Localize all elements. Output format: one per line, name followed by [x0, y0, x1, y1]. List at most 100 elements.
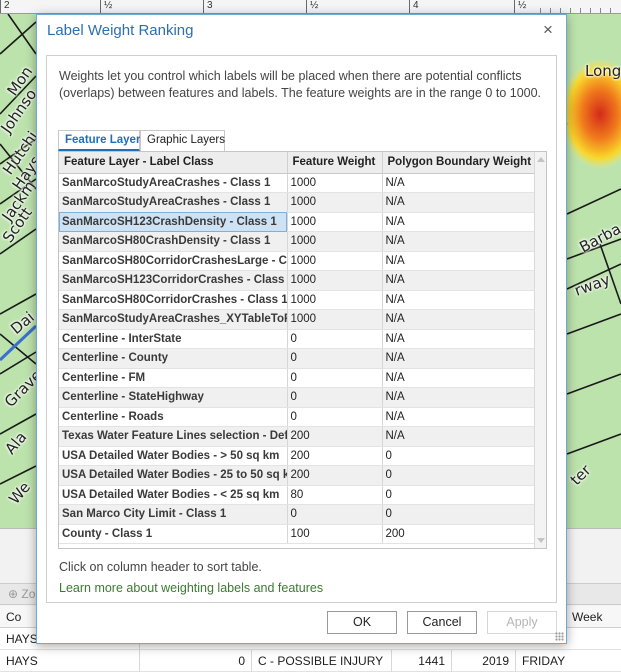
- tab-feature-layers[interactable]: Feature Layers: [58, 130, 147, 151]
- table-cell-feature-weight[interactable]: 0: [287, 368, 383, 388]
- column-header[interactable]: Week: [566, 606, 621, 628]
- table-cell-boundary-weight[interactable]: 200: [382, 524, 536, 544]
- cancel-button[interactable]: Cancel: [407, 611, 477, 634]
- table-cell-label-class: Centerline - StateHighway: [59, 387, 288, 408]
- table-row[interactable]: Centerline - InterState 0 N/A: [59, 329, 536, 349]
- table-scrollbar[interactable]: [534, 152, 546, 548]
- table-row[interactable]: SanMarcoSH80CorridorCrashes - Class 1 100…: [59, 290, 536, 310]
- table-cell-label-class: USA Detailed Water Bodies - < 25 sq km: [59, 485, 288, 505]
- table-row[interactable]: San Marco City Limit - Class 100: [59, 504, 536, 525]
- table-body: SanMarcoStudyAreaCrashes - Class 1 1000 N/…: [59, 173, 536, 544]
- table-cell-feature-weight[interactable]: 0: [287, 407, 383, 427]
- table-cell-feature-weight[interactable]: 1000: [287, 231, 383, 252]
- table-cell-feature-weight[interactable]: 1000: [287, 173, 383, 193]
- table-row[interactable]: County - Class 1 100 200: [59, 524, 536, 544]
- ok-button[interactable]: OK: [327, 611, 397, 634]
- table-cell: C - POSSIBLE INJURY: [252, 650, 392, 672]
- table-cell-label-class: SanMarcoSH80CorridorCrashes - Class 1: [59, 290, 288, 310]
- table-cell-feature-weight[interactable]: 0: [287, 387, 383, 408]
- table-row[interactable]: USA Detailed Water Bodies - > 50 sq km 20…: [59, 446, 536, 466]
- table-row[interactable]: USA Detailed Water Bodies - < 25 sq km 80…: [59, 485, 536, 505]
- scroll-up-icon[interactable]: [537, 157, 545, 162]
- table-row[interactable]: SanMarcoSH123CorridorCrashes - Class 1 10…: [59, 270, 536, 291]
- search-placeholder: Zo: [21, 587, 36, 601]
- table-row[interactable]: SanMarcoSH80CrashDensity - Class 1 1000 N/…: [59, 231, 536, 252]
- table-cell-boundary-weight[interactable]: N/A: [382, 290, 536, 310]
- table-cell-feature-weight[interactable]: 1000: [287, 251, 383, 271]
- table-cell-feature-weight[interactable]: 200: [287, 426, 383, 447]
- table-cell-boundary-weight[interactable]: N/A: [382, 426, 536, 447]
- table-cell-boundary-weight[interactable]: 0: [382, 465, 536, 486]
- table-cell-boundary-weight[interactable]: N/A: [382, 309, 536, 330]
- table-row[interactable]: Centerline - County 0 N/A: [59, 348, 536, 369]
- table-cell-boundary-weight[interactable]: N/A: [382, 212, 536, 232]
- table-row[interactable]: SanMarcoStudyAreaCrashes_XYTableToPoint1…: [59, 309, 536, 330]
- table-cell-feature-weight[interactable]: 200: [287, 465, 383, 486]
- table-cell-feature-weight[interactable]: 1000: [287, 212, 383, 232]
- table-cell-boundary-weight[interactable]: N/A: [382, 192, 536, 213]
- layout-ruler: 2 ½ 3 ½ 4 ½: [0, 0, 621, 14]
- table-cell: HAYS: [0, 650, 140, 672]
- ruler-label: 4: [413, 0, 419, 11]
- table-cell-label-class: USA Detailed Water Bodies - 25 to 50 sq …: [59, 465, 288, 486]
- table-row[interactable]: HAYS 0 C - POSSIBLE INJURY 1441 2019 FRI…: [0, 650, 621, 672]
- ruler-label: ½: [518, 0, 527, 11]
- table-cell-feature-weight[interactable]: 80: [287, 485, 383, 505]
- table-cell-feature-weight[interactable]: 1000: [287, 192, 383, 213]
- table-row[interactable]: Centerline - FM 0 N/A: [59, 368, 536, 388]
- table-cell-boundary-weight[interactable]: N/A: [382, 231, 536, 252]
- table-cell-label-class: SanMarcoSH80CorridorCrashesLarge - Class…: [59, 251, 288, 271]
- table-cell-feature-weight[interactable]: 1000: [287, 270, 383, 291]
- table-row[interactable]: Texas Water Feature Lines selection - De…: [59, 426, 536, 447]
- table-cell-boundary-weight[interactable]: N/A: [382, 173, 536, 193]
- table-cell: 0: [140, 650, 252, 672]
- table-cell-feature-weight[interactable]: 200: [287, 446, 383, 466]
- table-cell-boundary-weight[interactable]: N/A: [382, 348, 536, 369]
- table-cell-label-class: Centerline - Roads: [59, 407, 288, 427]
- table-cell-boundary-weight[interactable]: N/A: [382, 387, 536, 408]
- table-cell-boundary-weight[interactable]: 0: [382, 485, 536, 505]
- table-row[interactable]: Centerline - StateHighway 0 N/A: [59, 387, 536, 408]
- column-header-feature-weight[interactable]: Feature Weight: [287, 152, 383, 174]
- table-cell-boundary-weight[interactable]: N/A: [382, 407, 536, 427]
- table-cell: 1441: [392, 650, 452, 672]
- table-cell-boundary-weight[interactable]: N/A: [382, 251, 536, 271]
- table-cell-label-class: SanMarcoStudyAreaCrashes - Class 1: [59, 173, 288, 193]
- tab-graphic-layers[interactable]: Graphic Layers: [140, 130, 225, 151]
- table-cell-boundary-weight[interactable]: N/A: [382, 329, 536, 349]
- table-cell-feature-weight[interactable]: 100: [287, 524, 383, 544]
- sort-hint: Click on column header to sort table.: [59, 560, 262, 574]
- table-cell-feature-weight[interactable]: 0: [287, 329, 383, 349]
- table-cell-boundary-weight[interactable]: 0: [382, 504, 536, 525]
- table-cell-label-class: SanMarcoStudyAreaCrashes_XYTableToPoint: [59, 309, 288, 330]
- table-cell-label-class: Centerline - FM: [59, 368, 288, 388]
- column-header-polygon-boundary-weight[interactable]: Polygon Boundary Weight: [382, 152, 536, 174]
- table-cell-boundary-weight[interactable]: N/A: [382, 270, 536, 291]
- table-row[interactable]: Centerline - Roads 0 N/A: [59, 407, 536, 427]
- resize-grip-icon[interactable]: [555, 632, 564, 641]
- table-row[interactable]: SanMarcoSH80CorridorCrashesLarge - Class…: [59, 251, 536, 271]
- table-cell-feature-weight[interactable]: 1000: [287, 290, 383, 310]
- scroll-down-icon[interactable]: [537, 538, 545, 543]
- ruler-label: ½: [310, 0, 319, 11]
- table-cell: FRIDAY: [522, 654, 566, 668]
- table-row[interactable]: USA Detailed Water Bodies - 25 to 50 sq …: [59, 465, 536, 486]
- table-row[interactable]: SanMarcoStudyAreaCrashes - Class 1 1000 N/…: [59, 192, 536, 213]
- close-icon[interactable]: ×: [538, 20, 558, 40]
- table-cell-feature-weight[interactable]: 1000: [287, 309, 383, 330]
- map-label: Long: [585, 62, 621, 80]
- table-cell: 2019: [452, 650, 516, 672]
- learn-more-link[interactable]: Learn more about weighting labels and fe…: [59, 581, 323, 595]
- table-cell-label-class: SanMarcoSH123CrashDensity - Class 1: [59, 212, 288, 232]
- table-cell-label-class: San Marco City Limit - Class 1: [59, 504, 288, 525]
- table-row[interactable]: SanMarcoSH123CrashDensity - Class 1 1000 N…: [59, 212, 536, 232]
- column-header-label-class[interactable]: Feature Layer - Label Class: [59, 152, 288, 174]
- table-cell-feature-weight[interactable]: 0: [287, 504, 383, 525]
- table-cell-boundary-weight[interactable]: 0: [382, 446, 536, 466]
- table-row[interactable]: SanMarcoStudyAreaCrashes - Class 1 1000 N/…: [59, 173, 536, 193]
- table-cell-label-class: USA Detailed Water Bodies - > 50 sq km: [59, 446, 288, 466]
- table-cell-boundary-weight[interactable]: N/A: [382, 368, 536, 388]
- apply-button: Apply: [487, 611, 557, 634]
- table-cell-feature-weight[interactable]: 0: [287, 348, 383, 369]
- label-weight-table: Feature Layer - Label Class Feature Weig…: [58, 151, 547, 549]
